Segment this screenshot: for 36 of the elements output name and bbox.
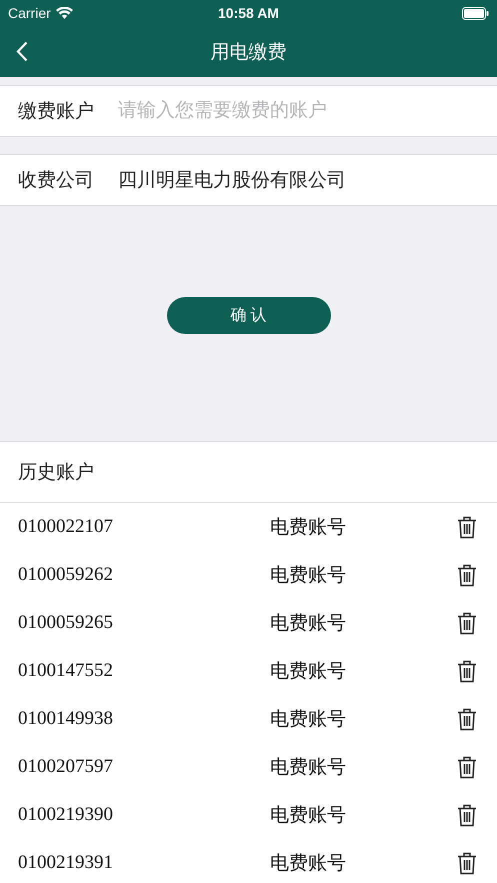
trash-icon[interactable] [457,708,477,730]
trash-icon[interactable] [457,564,477,586]
trash-icon[interactable] [457,804,477,826]
account-number[interactable]: 0100022107 [18,516,270,538]
trash-icon[interactable] [457,612,477,634]
page-title: 用电缴费 [210,40,286,64]
trash-icon[interactable] [457,516,477,538]
trash-icon[interactable] [457,756,477,778]
field-label: 收费公司 [18,169,95,193]
account-type: 电费账号 [270,660,347,684]
account-type: 电费账号 [270,804,347,828]
trash-icon[interactable] [457,852,477,874]
clock-time: 10:58 AM [218,5,279,21]
account-number[interactable]: 0100147552 [18,660,270,682]
company-name: 四川明星电力股份有限公司 [118,169,346,193]
field-label: 缴费账户 [0,86,118,136]
account-type: 电费账号 [270,612,347,636]
account-number[interactable]: 0100059262 [18,564,270,586]
account-number[interactable]: 0100219390 [18,804,270,826]
back-icon[interactable] [16,41,28,62]
account-type: 电费账号 [270,564,347,588]
account-number[interactable]: 0100219391 [18,852,270,874]
battery-icon [462,6,489,20]
account-type: 电费账号 [270,852,347,876]
wifi-icon [56,7,73,19]
account-number[interactable]: 0100207597 [18,756,270,778]
trash-icon[interactable] [457,660,477,682]
account-type: 电费账号 [270,516,347,540]
account-number[interactable]: 0100059265 [18,612,270,634]
confirm-button[interactable]: 确 认 [166,297,330,334]
account-input-field[interactable]: 请输入您需要缴费的账户 [118,86,497,136]
section-title: 历史账户 [18,461,94,485]
account-number[interactable]: 0100149938 [18,708,270,730]
account-type: 电费账号 [270,708,347,732]
carrier-name: Carrier [8,5,51,21]
account-type: 电费账号 [270,756,347,780]
